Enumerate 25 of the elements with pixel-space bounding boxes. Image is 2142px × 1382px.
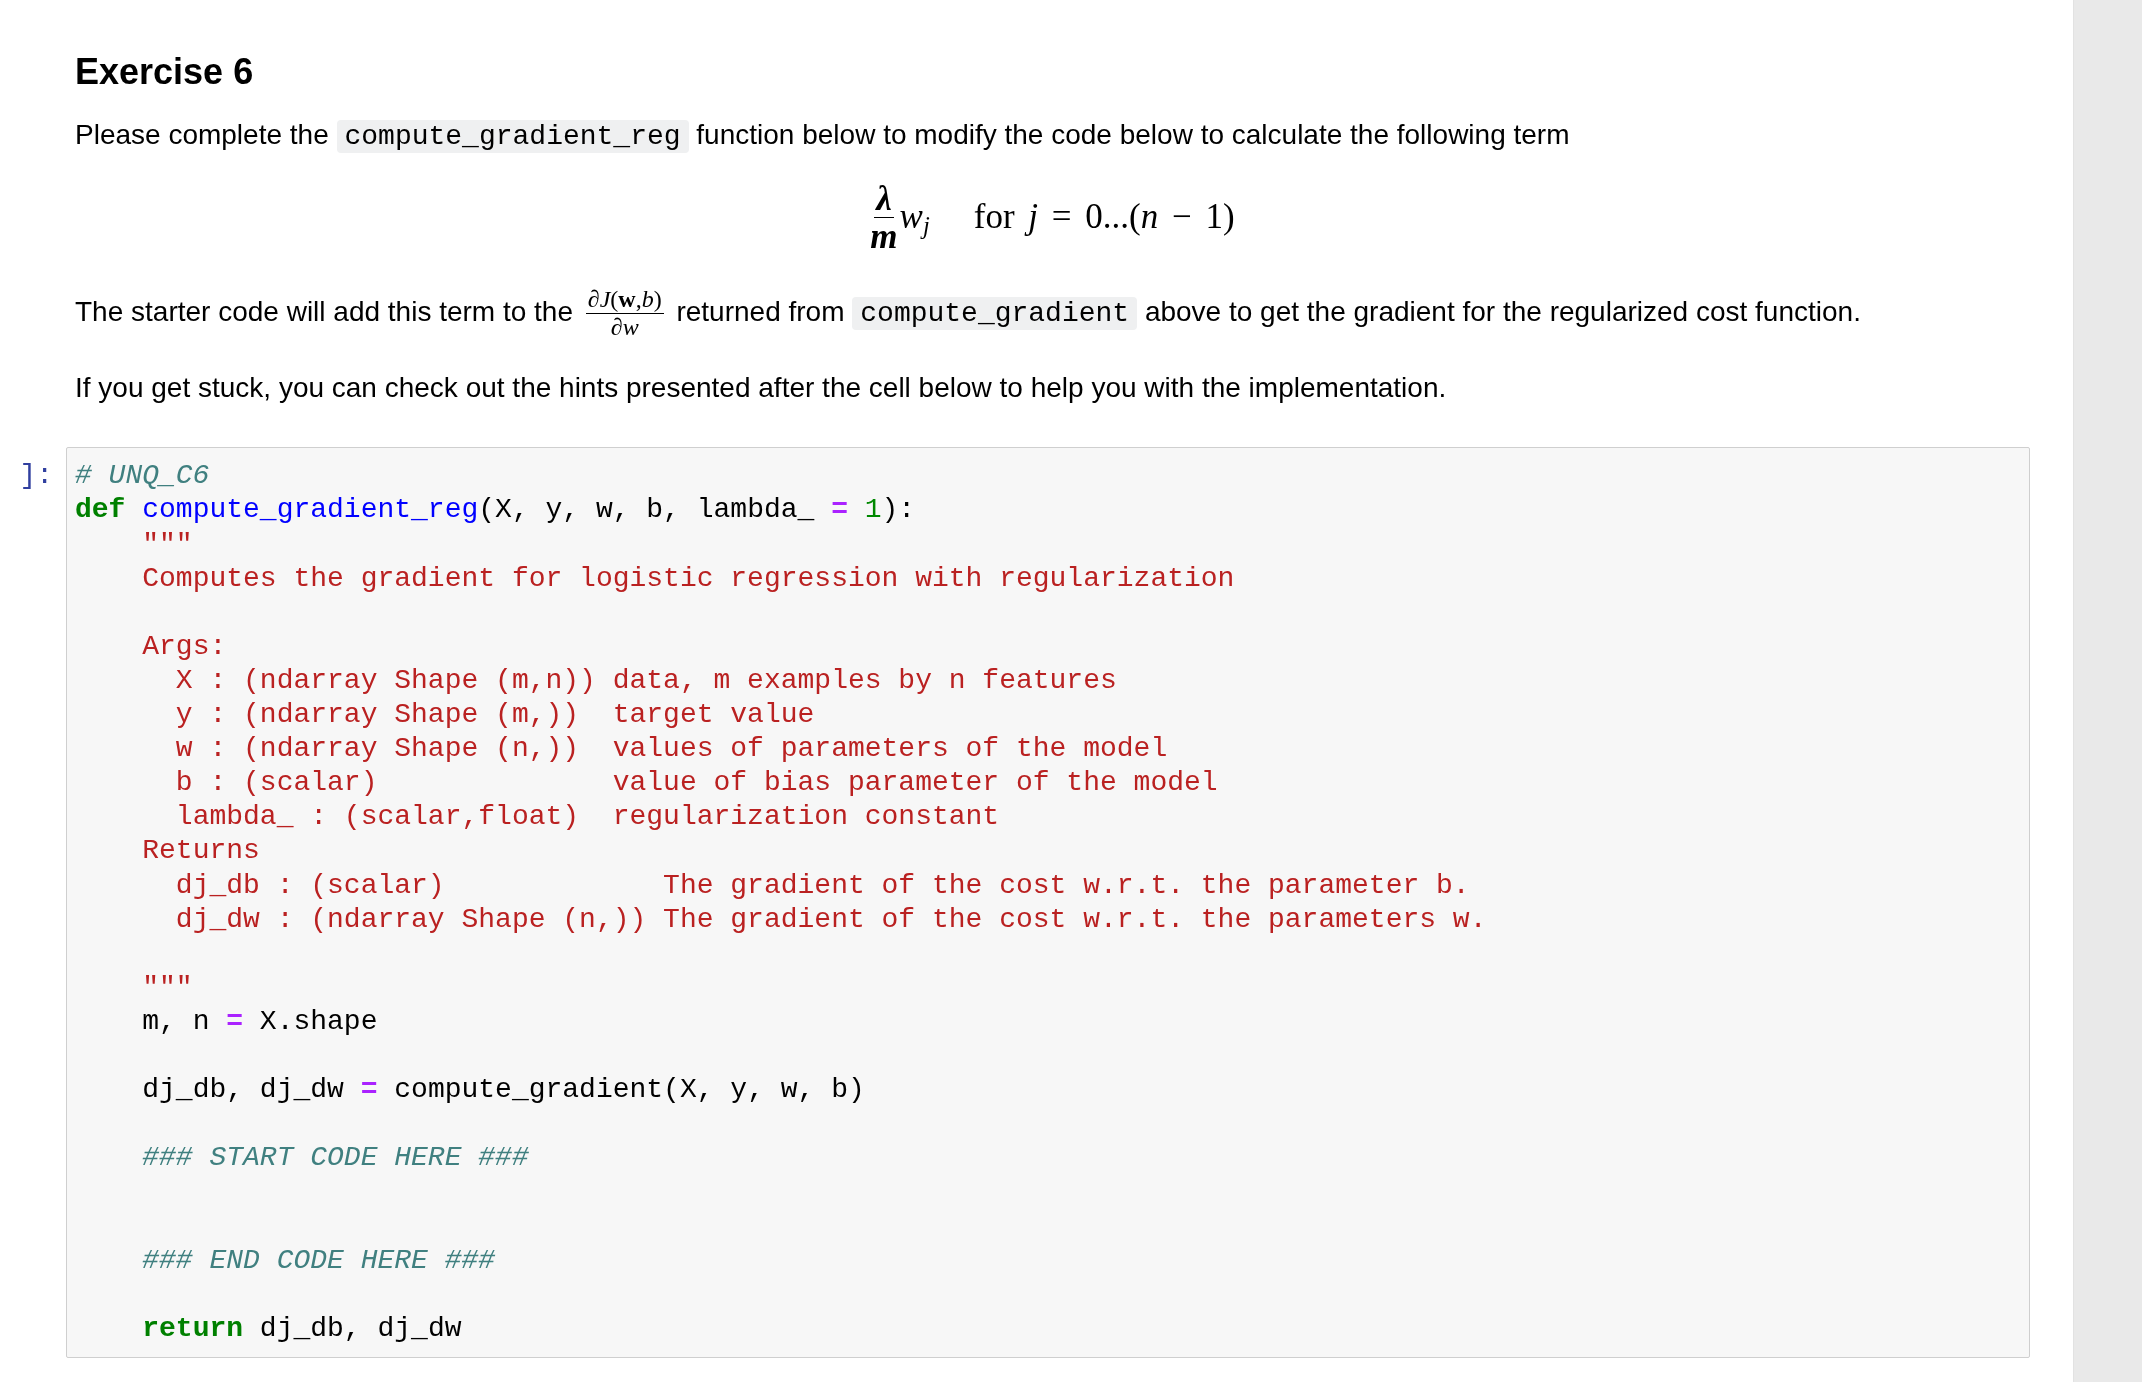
code-line: ### END CODE HERE ### — [142, 1244, 496, 1276]
exercise-title: Exercise 6 — [75, 50, 254, 93]
code-line: def compute_gradient_reg(X, y, w, b, lambda_ = 1): — [75, 494, 916, 526]
code-line: """ — [142, 528, 193, 560]
code-line: return dj_db, dj_dw — [142, 1312, 462, 1344]
code-line: y : (ndarray Shape (m,)) target value — [175, 699, 815, 731]
code-line: b : (scalar) value of bias parameter of the model — [175, 767, 1218, 799]
code-line: Computes the gradient for logistic regression with regularization — [142, 562, 1235, 594]
cell-prompt: ]: — [19, 460, 53, 492]
code-line: # UNQ_C6 — [75, 460, 210, 492]
instruction-text: The starter code will add this term to the ∂J(w,b) ∂w returned from compute_gradient above to get the gradient for the regularized cost function. — [75, 287, 1861, 341]
code-line: m, n = X.shape — [142, 1005, 378, 1037]
code-line: dj_db, dj_dw = compute_gradient(X, y, w, b) — [142, 1074, 865, 1106]
code-line: w : (ndarray Shape (n,)) values of parameters of the model — [175, 733, 1168, 765]
instruction-text: Please complete the compute_gradient_reg function below to modify the code below to calculate the following term — [75, 118, 1570, 155]
instruction-text: If you get stuck, you can check out the hints presented after the cell below to help you with the implementation. — [75, 371, 1447, 406]
code-line: dj_db : (scalar) The gradient of the cost w.r.t. the parameter b. — [175, 869, 1470, 901]
code-line: """ — [142, 971, 193, 1003]
code-line: Returns — [142, 835, 260, 867]
code-line: lambda_ : (scalar,float) regularization constant — [175, 801, 1000, 833]
code-editor[interactable] — [66, 447, 2030, 1358]
code-line: Args: — [142, 630, 227, 662]
code-line: dj_dw : (ndarray Shape (n,)) The gradient of the cost w.r.t. the parameters w. — [175, 903, 1487, 935]
code-line: X : (ndarray Shape (m,n)) data, m examples by n features — [175, 664, 1117, 696]
code-line: ### START CODE HERE ### — [142, 1142, 529, 1174]
